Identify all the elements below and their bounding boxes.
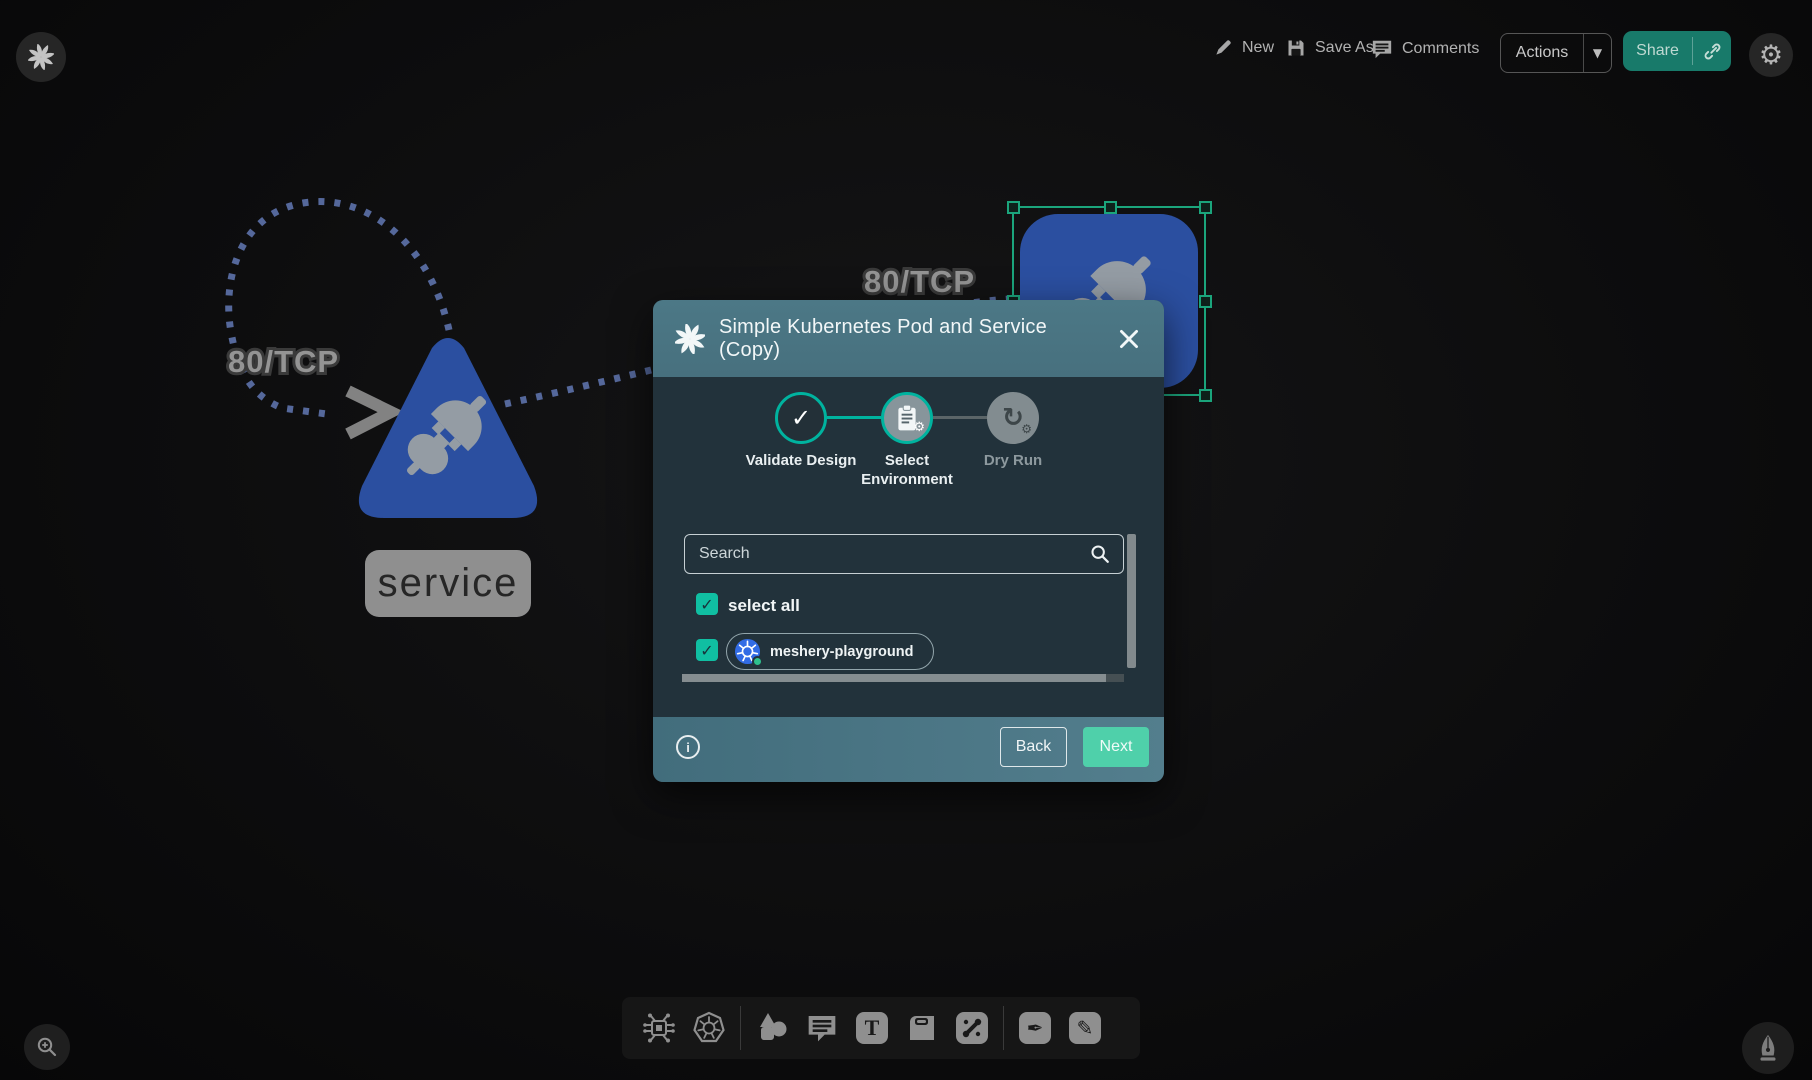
step-validate-design[interactable]: ✓ [775, 392, 827, 444]
select-all-label: select all [728, 596, 800, 616]
resize-handle[interactable] [1007, 201, 1020, 214]
divider [740, 1006, 741, 1050]
text-tool[interactable]: T [849, 1005, 895, 1051]
meshery-logo-icon [675, 324, 705, 354]
kubernetes-icon [692, 1011, 726, 1045]
components-tool[interactable] [636, 1005, 682, 1051]
pen-nib-icon [1754, 1033, 1782, 1063]
actions-dropdown[interactable]: Actions ▼ [1500, 33, 1612, 73]
pencil-icon [1214, 38, 1233, 57]
comment-icon [1371, 38, 1393, 60]
doodle-icon: ✎ [1069, 1012, 1101, 1044]
deploy-modal: Simple Kubernetes Pod and Service (Copy)… [653, 300, 1164, 782]
close-icon[interactable] [1116, 326, 1142, 352]
modal-title: Simple Kubernetes Pod and Service (Copy) [719, 316, 1102, 362]
modal-header: Simple Kubernetes Pod and Service (Copy) [653, 300, 1164, 377]
resize-handle[interactable] [1199, 201, 1212, 214]
resize-handle[interactable] [1104, 201, 1117, 214]
environment-search[interactable] [684, 534, 1124, 574]
step-label: Dry Run [957, 452, 1069, 471]
comment-icon [806, 1012, 838, 1044]
comment-tool[interactable] [799, 1005, 845, 1051]
meshery-logo-icon [28, 44, 54, 70]
check-icon: ✓ [791, 404, 811, 432]
edge-port-label: 80/TCP [864, 264, 975, 300]
app-menu-button[interactable] [16, 32, 66, 82]
components-icon [642, 1011, 676, 1045]
gear-icon: ⚙ [1759, 40, 1783, 71]
step-dry-run: ↻ ⚙ [987, 392, 1039, 444]
meshery-canvas[interactable]: service 80/TCP 80/TCP New [0, 0, 1812, 1080]
canvas-toolbar: T ✒ ✎ [622, 997, 1140, 1059]
environment-chip[interactable]: meshery-playground [726, 633, 934, 670]
share-label: Share [1623, 42, 1692, 60]
image-icon [906, 1012, 938, 1044]
edge-tool[interactable] [949, 1005, 995, 1051]
step-connector [827, 416, 881, 419]
edge-tool-icon [961, 1017, 983, 1039]
link-icon[interactable] [1703, 42, 1722, 61]
image-tool[interactable] [899, 1005, 945, 1051]
save-icon [1286, 38, 1306, 58]
service-node[interactable] [348, 326, 548, 526]
gear-icon: ⚙ [1021, 422, 1032, 436]
service-node-label: service [365, 550, 531, 617]
kubernetes-tool[interactable] [686, 1005, 732, 1051]
select-all-checkbox[interactable]: ✓ [696, 593, 718, 615]
scrollbar-thumb[interactable] [682, 674, 1106, 682]
settings-button[interactable]: ⚙ [1749, 33, 1793, 77]
back-button[interactable]: Back [1000, 727, 1067, 767]
step-label: Validate Design [745, 452, 857, 471]
search-input[interactable] [685, 545, 1089, 563]
step-select-environment[interactable]: ⚙ [881, 392, 933, 444]
resize-handle[interactable] [1199, 295, 1212, 308]
text-icon: T [856, 1012, 888, 1044]
step-label: Select Environment [851, 452, 963, 490]
shapes-icon [755, 1011, 789, 1045]
zoom-in-icon [35, 1035, 59, 1059]
pen-tool[interactable]: ✒ [1012, 1005, 1058, 1051]
resize-handle[interactable] [1199, 389, 1212, 402]
comments-label: Comments [1402, 40, 1479, 58]
actions-label: Actions [1501, 44, 1583, 62]
environment-name: meshery-playground [770, 644, 913, 660]
save-as-label: Save As [1315, 39, 1374, 57]
search-icon[interactable] [1089, 543, 1111, 565]
shapes-tool[interactable] [749, 1005, 795, 1051]
edge-port-label: 80/TCP [228, 344, 339, 380]
status-dot [752, 656, 763, 667]
annotation-pen-button[interactable] [1742, 1022, 1794, 1074]
vertical-scrollbar[interactable] [1127, 534, 1136, 668]
horizontal-scrollbar[interactable] [682, 674, 1124, 682]
save-as-button[interactable]: Save As [1286, 38, 1374, 58]
chevron-down-icon[interactable]: ▼ [1584, 46, 1611, 60]
zoom-button[interactable] [24, 1024, 70, 1070]
info-icon[interactable]: i [676, 735, 700, 759]
pen-tool-icon: ✒ [1019, 1012, 1051, 1044]
new-button[interactable]: New [1214, 38, 1274, 57]
environment-checkbox[interactable]: ✓ [696, 639, 718, 661]
divider [1003, 1006, 1004, 1050]
next-button[interactable]: Next [1083, 727, 1149, 767]
share-button[interactable]: Share [1623, 31, 1731, 71]
step-connector [933, 416, 987, 419]
doodle-tool[interactable]: ✎ [1062, 1005, 1108, 1051]
gear-icon: ⚙ [913, 420, 925, 435]
comments-button[interactable]: Comments [1371, 38, 1479, 60]
new-label: New [1242, 39, 1274, 57]
